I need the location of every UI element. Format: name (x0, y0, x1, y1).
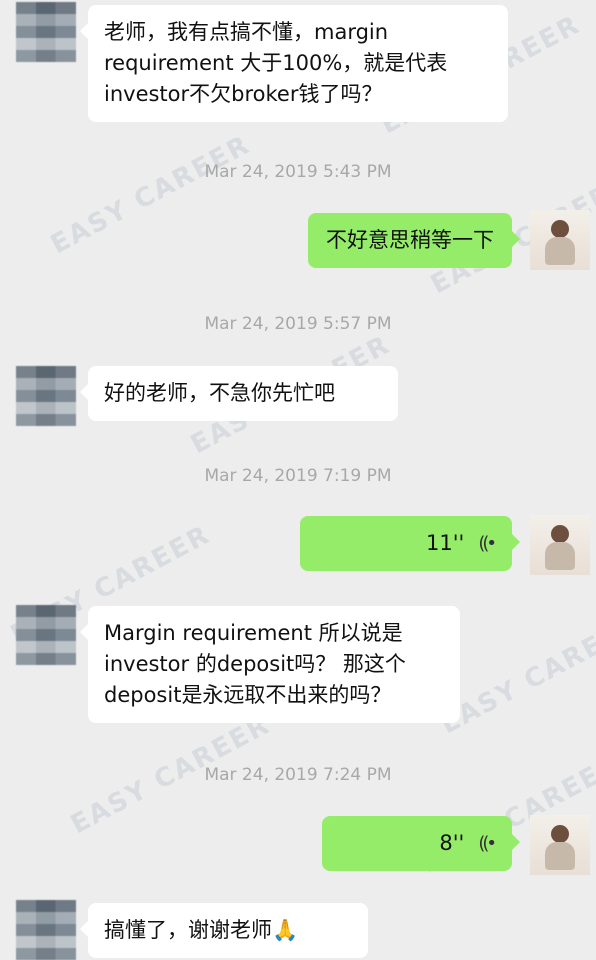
voice-duration: 8'' (439, 831, 465, 855)
voice-message[interactable]: 11'' ((• (300, 516, 520, 571)
user-avatar[interactable] (530, 515, 590, 575)
contact-avatar[interactable] (16, 605, 76, 665)
message-timestamp: Mar 24, 2019 7:19 PM (204, 466, 392, 486)
received-message[interactable]: 搞懂了，谢谢老师🙏 (80, 903, 368, 958)
voice-message[interactable]: 8'' ((• (322, 816, 520, 871)
contact-avatar[interactable] (16, 366, 76, 426)
received-message[interactable]: 好的老师，不急你先忙吧 (80, 366, 398, 421)
message-timestamp: Mar 24, 2019 7:24 PM (204, 765, 392, 785)
user-avatar[interactable] (530, 210, 590, 270)
sent-message[interactable]: 不好意思稍等一下 (308, 213, 520, 268)
received-message[interactable]: Margin requirement 所以说是 investor 的deposi… (80, 606, 460, 723)
voice-wave-icon: ((• (478, 833, 497, 854)
contact-avatar[interactable] (16, 900, 76, 960)
voice-wave-icon: ((• (478, 533, 497, 554)
received-message[interactable]: 老师，我有点搞不懂，margin requirement 大于100%，就是代表… (80, 5, 508, 122)
message-timestamp: Mar 24, 2019 5:43 PM (204, 162, 392, 182)
voice-duration: 11'' (426, 531, 465, 555)
user-avatar[interactable] (530, 815, 590, 875)
contact-avatar[interactable] (16, 2, 76, 62)
message-timestamp: Mar 24, 2019 5:57 PM (204, 314, 392, 334)
watermark: EASY CAREER (45, 129, 256, 261)
